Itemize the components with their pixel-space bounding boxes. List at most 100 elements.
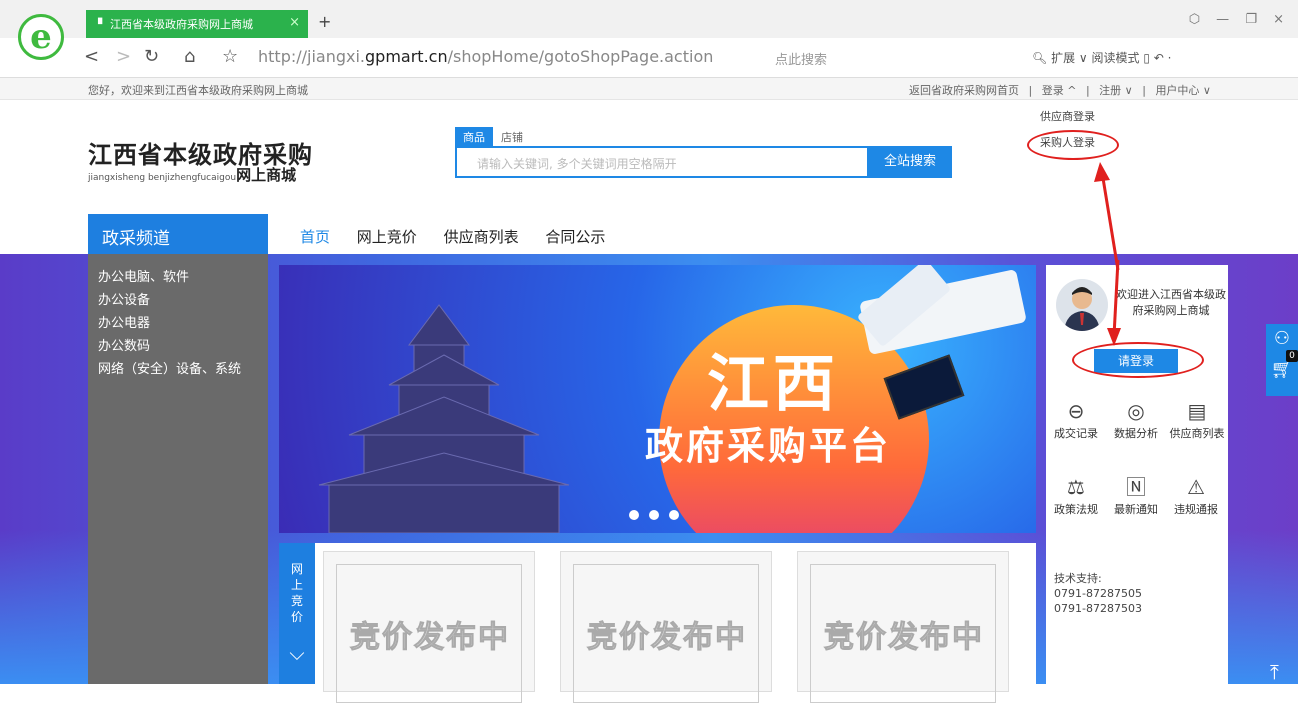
quick-link-analysis[interactable]: ◎ 数据分析	[1106, 397, 1166, 441]
top-links: 返回省政府采购网首页 | 登录 ^ | 注册 ∨ | 用户中心 ∨	[906, 82, 1214, 98]
browser-tab[interactable]: ▘ 江西省本级政府采购网上商城 ×	[86, 10, 308, 38]
carousel-dot[interactable]	[669, 510, 679, 520]
brand-suffix: 网上商城	[236, 166, 297, 184]
tab-title: 江西省本级政府采购网上商城	[109, 18, 253, 31]
nav-home[interactable]: 首页	[300, 228, 330, 246]
site-search-input[interactable]: 请输入关键词, 多个关键词用空格隔开	[455, 146, 869, 178]
pavilion-illustration	[318, 304, 570, 533]
auction-label-text: 网上竞价	[290, 562, 303, 624]
quick-link-suppliers[interactable]: ▤ 供应商列表	[1164, 397, 1230, 441]
hero-banner[interactable]: 江西 政府采购平台	[279, 265, 1036, 533]
welcome-text: 您好，欢迎来到江西省本级政府采购网上商城	[88, 84, 308, 97]
top-link-login[interactable]: 登录 ^	[1042, 84, 1077, 97]
refresh-icon[interactable]: ↻	[144, 46, 159, 67]
category-menu: 办公电脑、软件 办公设备 办公电器 办公数码 网络（安全）设备、系统	[88, 254, 268, 684]
star-icon[interactable]: ☆	[222, 46, 238, 67]
home-icon[interactable]: ⌂	[184, 46, 195, 67]
phone-number: 0791-87287505	[1054, 587, 1142, 600]
list-icon: ▤	[1187, 399, 1207, 423]
site-topbar: 您好，欢迎来到江西省本级政府采购网上商城 返回省政府采购网首页 | 登录 ^ |…	[0, 78, 1298, 100]
top-link-home[interactable]: 返回省政府采购网首页	[909, 84, 1019, 97]
auction-card[interactable]: 竞价发布中	[797, 551, 1009, 703]
browser-search-input[interactable]: 点此搜索	[775, 49, 827, 68]
category-item[interactable]: 办公数码	[88, 335, 268, 358]
highlight-circle	[1027, 130, 1119, 160]
warning-icon: ⚠	[1187, 475, 1205, 499]
banner-title: 江西	[707, 347, 840, 420]
separator: |	[1028, 84, 1033, 97]
auction-card[interactable]: 竞价发布中	[560, 551, 772, 703]
quick-link-label: 政策法规	[1054, 503, 1098, 516]
nav-contract-notice[interactable]: 合同公示	[545, 228, 605, 246]
quick-link-label: 数据分析	[1114, 427, 1158, 440]
back-icon[interactable]: <	[84, 46, 99, 67]
auction-card-text: 竞价发布中	[587, 620, 747, 656]
auction-section-label: 网上竞价 ⌵	[279, 543, 315, 684]
annotation-arrows	[1094, 162, 1121, 346]
supplier-login-link[interactable]: 供应商登录	[1032, 104, 1112, 130]
top-link-register[interactable]: 注册 ∨	[1099, 84, 1133, 97]
phone-number: 0791-87287503	[1054, 602, 1142, 615]
window-controls[interactable]: ⬡ — ❐ ×	[1189, 12, 1290, 27]
page-icon: ▘	[98, 18, 110, 31]
browser-tabbar: ▘ 江西省本级政府采购网上商城 × + ⬡ — ❐ ×	[0, 0, 1298, 38]
user-icon[interactable]: ⚇	[1266, 328, 1298, 349]
tab-shop[interactable]: 店铺	[493, 127, 531, 147]
url-prefix: http://jiangxi.	[258, 47, 366, 66]
category-item[interactable]: 办公电脑、软件	[88, 266, 268, 289]
chevron-down-icon[interactable]: ⌵	[279, 643, 315, 663]
tab-goods[interactable]: 商品	[455, 127, 493, 147]
search-icon[interactable]: 🔍︎	[1032, 51, 1051, 65]
address-bar[interactable]: http://jiangxi.gpmart.cn/shopHome/gotoSh…	[258, 47, 713, 66]
quick-link-violation[interactable]: ⚠ 违规通报	[1166, 473, 1226, 517]
main-nav: 首页 网上竞价 供应商列表 合同公示	[300, 226, 627, 247]
search-tabs: 商品 店铺	[455, 127, 531, 147]
quick-link-notice[interactable]: 🄽 最新通知	[1106, 473, 1166, 517]
auction-card-text: 竞价发布中	[824, 620, 984, 656]
browser-logo: e	[18, 14, 64, 60]
tech-support-title: 技术支持:	[1054, 572, 1102, 585]
nav-supplier-list[interactable]: 供应商列表	[444, 228, 519, 246]
tools-label[interactable]: 扩展 ∨ 阅读模式	[1051, 51, 1139, 65]
chart-icon: ◎	[1127, 399, 1145, 423]
auction-card-text: 竞价发布中	[350, 620, 510, 656]
cart-count-badge: 0	[1286, 350, 1298, 362]
url-domain: gpmart.cn	[365, 47, 448, 66]
quick-link-policy[interactable]: ⚖ 政策法规	[1046, 473, 1106, 517]
browser-toolbar: < > ↻ ⌂ ☆ http://jiangxi.gpmart.cn/shopH…	[0, 38, 1298, 78]
nav-online-bidding[interactable]: 网上竞价	[357, 228, 417, 246]
tech-support: 技术支持: 0791-87287505 0791-87287503	[1054, 571, 1142, 616]
separator: |	[1085, 84, 1090, 97]
quick-link-label: 违规通报	[1174, 503, 1218, 516]
close-tab-icon[interactable]: ×	[289, 15, 300, 30]
quick-link-label: 最新通知	[1114, 503, 1158, 516]
auction-area: 竞价发布中 竞价发布中 竞价发布中	[315, 543, 1036, 703]
carousel-dot[interactable]	[629, 510, 639, 520]
back-to-top-icon[interactable]: ⤒	[1270, 660, 1279, 684]
banner-subtitle: 政府采购平台	[645, 424, 892, 468]
channel-title: 政采频道	[88, 214, 268, 254]
category-item[interactable]: 办公电器	[88, 312, 268, 335]
forward-icon[interactable]: >	[116, 46, 131, 67]
carousel-dot[interactable]	[649, 510, 659, 520]
lock-icon: ⊖	[1067, 399, 1085, 423]
url-path: /shopHome/gotoShopPage.action	[447, 47, 714, 66]
brand-pinyin: jiangxisheng benjizhengfucaigou	[88, 173, 237, 183]
auction-card[interactable]: 竞价发布中	[323, 551, 535, 703]
category-item[interactable]: 办公设备	[88, 289, 268, 312]
quick-link-label: 成交记录	[1054, 427, 1098, 440]
notice-icon: 🄽	[1126, 475, 1146, 499]
site-logo-subtitle: jiangxisheng benjizhengfucaigou网上商城	[88, 164, 296, 185]
browser-tools[interactable]: 🔍︎ 扩展 ∨ 阅读模式 ▯ ↶ ·	[1032, 49, 1171, 66]
quick-link-deals[interactable]: ⊖ 成交记录	[1046, 397, 1106, 441]
scale-icon: ⚖	[1067, 475, 1085, 499]
top-link-user-center[interactable]: 用户中心 ∨	[1155, 84, 1211, 97]
menu-icons[interactable]: ▯ ↶ ·	[1143, 51, 1171, 65]
new-tab-button[interactable]: +	[318, 12, 331, 31]
category-item[interactable]: 网络（安全）设备、系统	[88, 358, 268, 381]
cart-icon[interactable]: 🛒︎	[1266, 359, 1298, 380]
carousel-dots	[629, 509, 689, 523]
quick-link-label: 供应商列表	[1169, 427, 1225, 440]
separator: |	[1142, 84, 1146, 97]
site-search-button[interactable]: 全站搜索	[868, 146, 952, 178]
